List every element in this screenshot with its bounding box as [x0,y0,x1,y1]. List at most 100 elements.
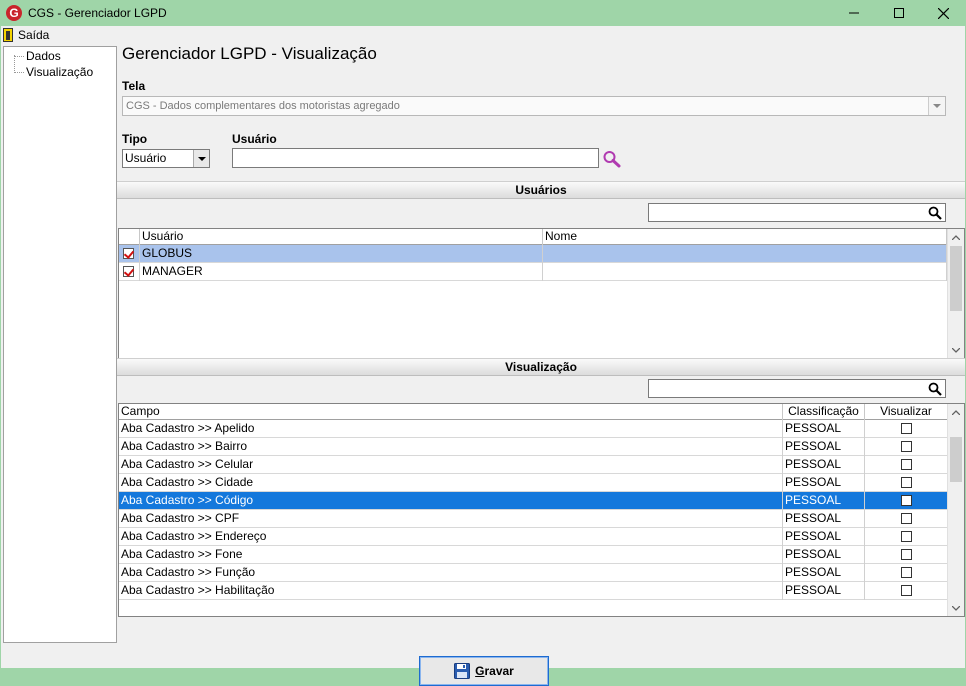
cell-classificacao: PESSOAL [783,474,865,492]
cell-visualizar [865,492,948,510]
visualizacao-grid: Campo Classificação Visualizar Aba Cadas… [118,403,965,617]
chevron-down-icon [933,104,941,108]
minimize-icon [848,12,859,14]
tree-item-dados[interactable]: Dados [14,48,61,64]
tela-dropdown-button[interactable] [928,97,945,115]
column-header-visualizar[interactable]: Visualizar [865,404,948,420]
visualizar-checkbox[interactable] [900,513,912,524]
cell-campo: Aba Cadastro >> Apelido [119,420,783,438]
cell-usuario: MANAGER [140,263,543,281]
table-row[interactable]: Aba Cadastro >> Cidade PESSOAL [119,474,948,492]
usuarios-filter-input[interactable] [648,203,946,222]
visualizar-checkbox[interactable] [900,459,912,470]
cell-nome [543,263,947,281]
visualizar-checkbox[interactable] [900,585,912,596]
table-row[interactable]: Aba Cadastro >> Celular PESSOAL [119,456,948,474]
visualizar-checkbox[interactable] [900,441,912,452]
tree-item-label: Dados [26,49,61,63]
table-row[interactable]: Aba Cadastro >> Fone PESSOAL [119,546,948,564]
tree-item-label: Visualização [26,65,94,79]
usuarios-grid: Usuário Nome GLOBUS MANAGER [118,228,965,359]
cell-classificacao: PESSOAL [783,528,865,546]
column-header-classificacao[interactable]: Classificação [783,404,865,420]
column-header-usuario[interactable]: Usuário [140,229,543,245]
menu-bar: Saída [1,26,49,44]
cell-campo: Aba Cadastro >> CPF [119,510,783,528]
visualizar-checkbox[interactable] [900,477,912,488]
scroll-down-icon[interactable] [948,600,964,616]
visualizar-checkbox[interactable] [900,423,912,434]
close-button[interactable] [921,0,966,26]
table-row[interactable]: Aba Cadastro >> Bairro PESSOAL [119,438,948,456]
cell-visualizar [865,420,948,438]
gravar-button-label: Gravar [475,664,514,678]
gravar-button[interactable]: Gravar [419,656,549,686]
visualizar-checkbox[interactable] [900,567,912,578]
search-icon [928,206,942,220]
usuarios-scrollbar[interactable] [947,229,964,358]
table-row[interactable]: Aba Cadastro >> CPF PESSOAL [119,510,948,528]
scroll-up-icon[interactable] [948,404,964,420]
cell-campo: Aba Cadastro >> Endereço [119,528,783,546]
usuario-search-button[interactable] [602,150,622,168]
tela-select[interactable]: CGS - Dados complementares dos motorista… [122,96,946,116]
scroll-thumb[interactable] [950,246,962,311]
visualizacao-grid-header: Campo Classificação Visualizar [119,404,948,420]
tipo-select-value: Usuário [125,151,167,165]
row-checkbox[interactable] [123,248,134,259]
navigation-tree: Dados Visualização [3,46,117,643]
title-bar: G CGS - Gerenciador LGPD [0,0,966,26]
cell-classificacao: PESSOAL [783,582,865,600]
cell-campo: Aba Cadastro >> Função [119,564,783,582]
minimize-button[interactable] [831,0,876,26]
page-title: Gerenciador LGPD - Visualização [122,44,377,63]
scroll-down-icon[interactable] [948,342,964,358]
usuario-input[interactable] [232,148,599,168]
cell-classificacao: PESSOAL [783,564,865,582]
column-header-campo[interactable]: Campo [119,404,783,420]
menu-exit-label: Saída [18,28,50,42]
cell-visualizar [865,528,948,546]
visualizar-checkbox[interactable] [900,495,912,506]
table-row[interactable]: Aba Cadastro >> Código PESSOAL [119,492,948,510]
visualizacao-section-header: Visualização [117,358,965,376]
chevron-down-icon [197,156,206,161]
cell-campo: Aba Cadastro >> Bairro [119,438,783,456]
table-row[interactable]: GLOBUS [119,245,947,263]
tela-select-value: CGS - Dados complementares dos motorista… [126,100,400,112]
cell-classificacao: PESSOAL [783,546,865,564]
cell-visualizar [865,438,948,456]
visualizar-checkbox[interactable] [900,531,912,542]
table-row[interactable]: Aba Cadastro >> Habilitação PESSOAL [119,582,948,600]
scroll-thumb[interactable] [950,437,962,482]
tipo-select[interactable]: Usuário [122,149,210,168]
window-title: CGS - Gerenciador LGPD [28,6,167,20]
search-icon [603,151,621,168]
table-row[interactable]: Aba Cadastro >> Apelido PESSOAL [119,420,948,438]
cell-campo: Aba Cadastro >> Habilitação [119,582,783,600]
window-client-area: Saída Dados Visualização Gerenciador LGP… [1,26,965,686]
usuarios-grid-header: Usuário Nome [119,229,947,245]
column-header-nome[interactable]: Nome [543,229,947,245]
cell-campo: Aba Cadastro >> Celular [119,456,783,474]
tela-label: Tela [122,79,146,93]
row-checkbox[interactable] [123,266,134,277]
table-row[interactable]: Aba Cadastro >> Função PESSOAL [119,564,948,582]
visualizar-checkbox[interactable] [900,549,912,560]
cell-campo: Aba Cadastro >> Fone [119,546,783,564]
table-row[interactable]: Aba Cadastro >> Endereço PESSOAL [119,528,948,546]
cell-visualizar [865,564,948,582]
table-row[interactable]: MANAGER [119,263,947,281]
cell-usuario: GLOBUS [140,245,543,263]
cell-visualizar [865,582,948,600]
visualizacao-scrollbar[interactable] [947,404,964,616]
scroll-up-icon[interactable] [948,229,964,245]
tree-item-visualizacao[interactable]: Visualização [14,64,93,80]
tipo-dropdown-button[interactable] [193,150,209,167]
menu-exit[interactable]: Saída [1,28,49,42]
cell-classificacao: PESSOAL [783,456,865,474]
floppy-disk-icon [454,663,471,679]
maximize-button[interactable] [876,0,921,26]
cell-visualizar [865,474,948,492]
visualizacao-filter-input[interactable] [648,379,946,398]
